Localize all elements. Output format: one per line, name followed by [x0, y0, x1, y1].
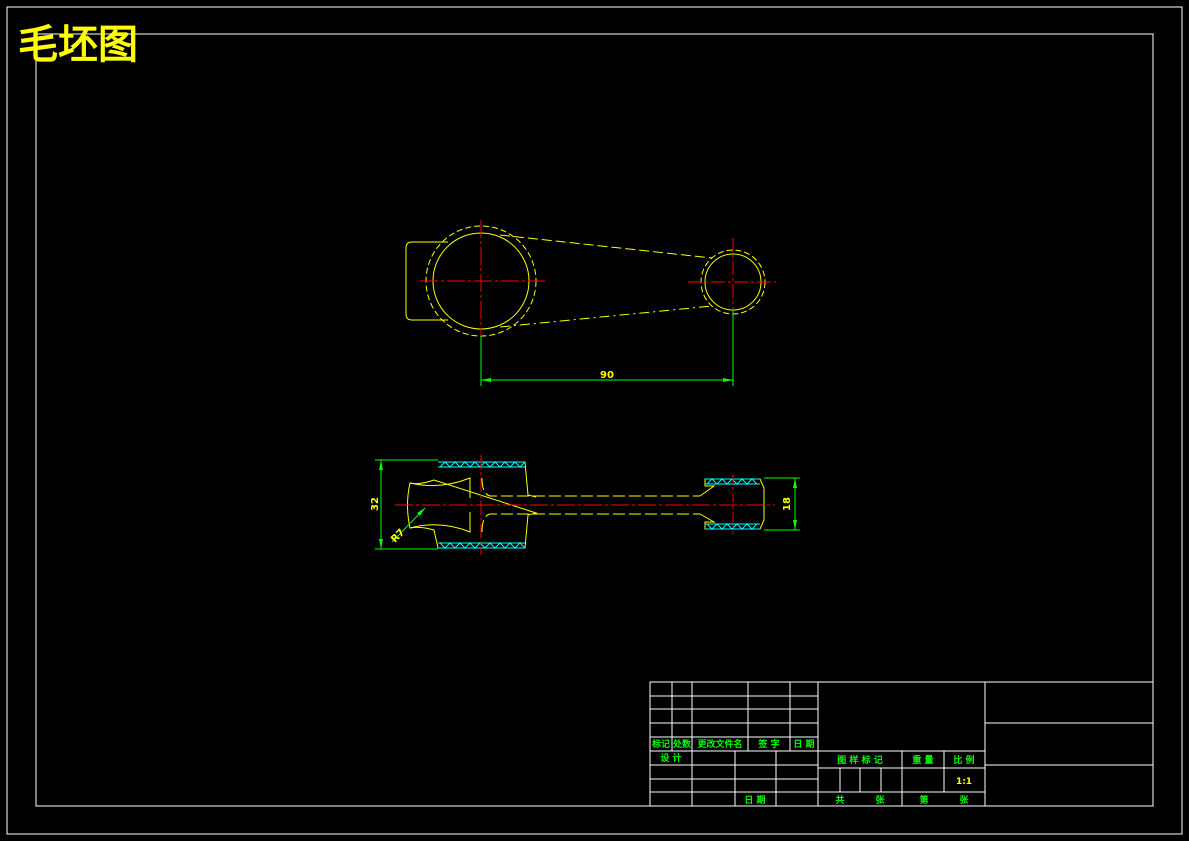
dim18-arrow-bottom — [793, 520, 797, 530]
tb-sheet-unit: 张 — [959, 794, 969, 806]
dim-arrow-left — [481, 378, 491, 382]
side-view: 32 R7 18 — [370, 455, 800, 555]
drawing-title: 毛坯图 — [18, 21, 138, 68]
small-end-section — [699, 478, 765, 530]
title-block-text: 标记 处数 更改文件名 签 字 日 期 设 计 日 期 图 样 标 记 重 量 … — [651, 738, 975, 806]
top-view: 90 — [405, 220, 776, 386]
arm-lower-edge — [499, 305, 713, 328]
tb-header-sign: 签 字 — [757, 738, 779, 750]
dim-height-left-label: 32 — [370, 497, 381, 511]
tb-header-mark: 标记 — [651, 738, 670, 750]
tb-header-docno: 更改文件名 — [697, 738, 742, 750]
dim-center-distance-label: 90 — [600, 370, 614, 381]
cad-drawing-canvas: 毛坯图 90 32 R7 18 标记 处数 更改文件名 签 字 日 期 设 计 … — [6, 6, 1183, 835]
tb-sheets-unit: 张 — [875, 794, 885, 806]
tb-scale: 比 例 — [953, 754, 974, 766]
outer-frame — [6, 6, 1183, 835]
dim-height-right-label: 18 — [782, 497, 793, 511]
tb-weight: 重 量 — [912, 754, 933, 766]
dim-radius-label: R7 — [389, 527, 407, 545]
arm-upper-edge — [499, 234, 713, 259]
dim18-arrow-top — [793, 478, 797, 488]
tb-scale-value: 1:1 — [956, 777, 972, 787]
tb-sheets-total: 共 — [835, 794, 844, 806]
tb-design: 设 计 — [660, 752, 681, 764]
tb-header-date: 日 期 — [793, 738, 814, 750]
dim32-arrow-bottom — [379, 539, 383, 549]
tb-stage-mark: 图 样 标 记 — [837, 754, 882, 766]
tb-header-count: 处数 — [672, 738, 692, 750]
tb-sheet-no: 第 — [919, 794, 928, 806]
dim-arrow-right — [723, 378, 733, 382]
small-end-outline — [700, 249, 766, 315]
tb-date: 日 期 — [744, 794, 765, 806]
dim32-arrow-top — [379, 460, 383, 470]
